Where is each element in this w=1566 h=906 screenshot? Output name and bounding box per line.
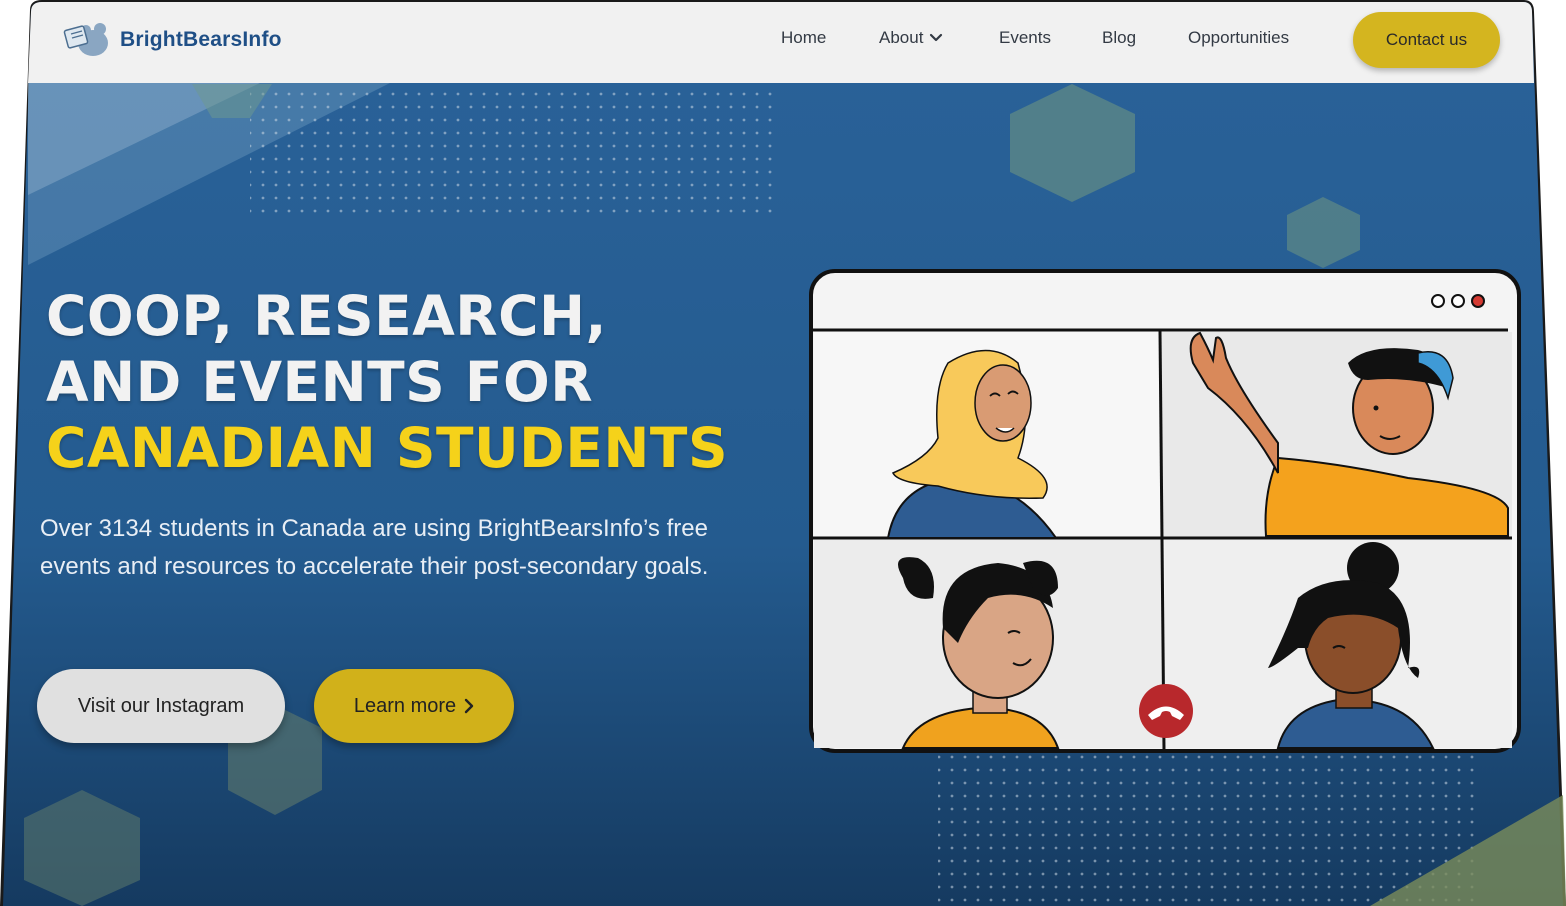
- hero-subtext: Over 3134 students in Canada are using B…: [40, 515, 709, 580]
- nav-link-about-label: About: [879, 28, 924, 47]
- chevron-right-icon: [464, 698, 474, 714]
- headline-line-2: AND EVENTS FOR: [46, 350, 594, 414]
- brand-name: BrightBearsInfo: [120, 28, 282, 51]
- learn-more-label: Learn more: [353, 694, 457, 717]
- brand-logo[interactable]: BrightBearsInfo: [60, 20, 282, 60]
- headline-line-3: CANADIAN STUDENTS: [46, 416, 729, 480]
- nav-link-opportunities[interactable]: Opportunities: [1188, 28, 1289, 48]
- headline-line-1: COOP, RESEARCH,: [46, 284, 607, 348]
- learn-more-button[interactable]: Learn more: [314, 669, 514, 743]
- nav-link-home[interactable]: Home: [781, 28, 826, 48]
- visit-instagram-button[interactable]: Visit our Instagram: [37, 669, 285, 743]
- video-call-illustration: [809, 269, 1521, 753]
- contact-us-button[interactable]: Contact us: [1353, 12, 1500, 68]
- nav-link-about[interactable]: About: [879, 28, 943, 48]
- nav-link-blog[interactable]: Blog: [1102, 28, 1136, 48]
- hero-headline: COOP, RESEARCH, AND EVENTS FOR CANADIAN …: [46, 283, 728, 481]
- bear-logo-icon: [63, 23, 108, 56]
- chevron-down-icon: [930, 33, 943, 42]
- window-dots-icon: [1431, 294, 1485, 308]
- top-navigation: BrightBearsInfo Home About Events Blog O…: [30, 0, 1534, 83]
- nav-link-events[interactable]: Events: [999, 28, 1051, 48]
- hang-up-phone-icon: [1139, 684, 1193, 738]
